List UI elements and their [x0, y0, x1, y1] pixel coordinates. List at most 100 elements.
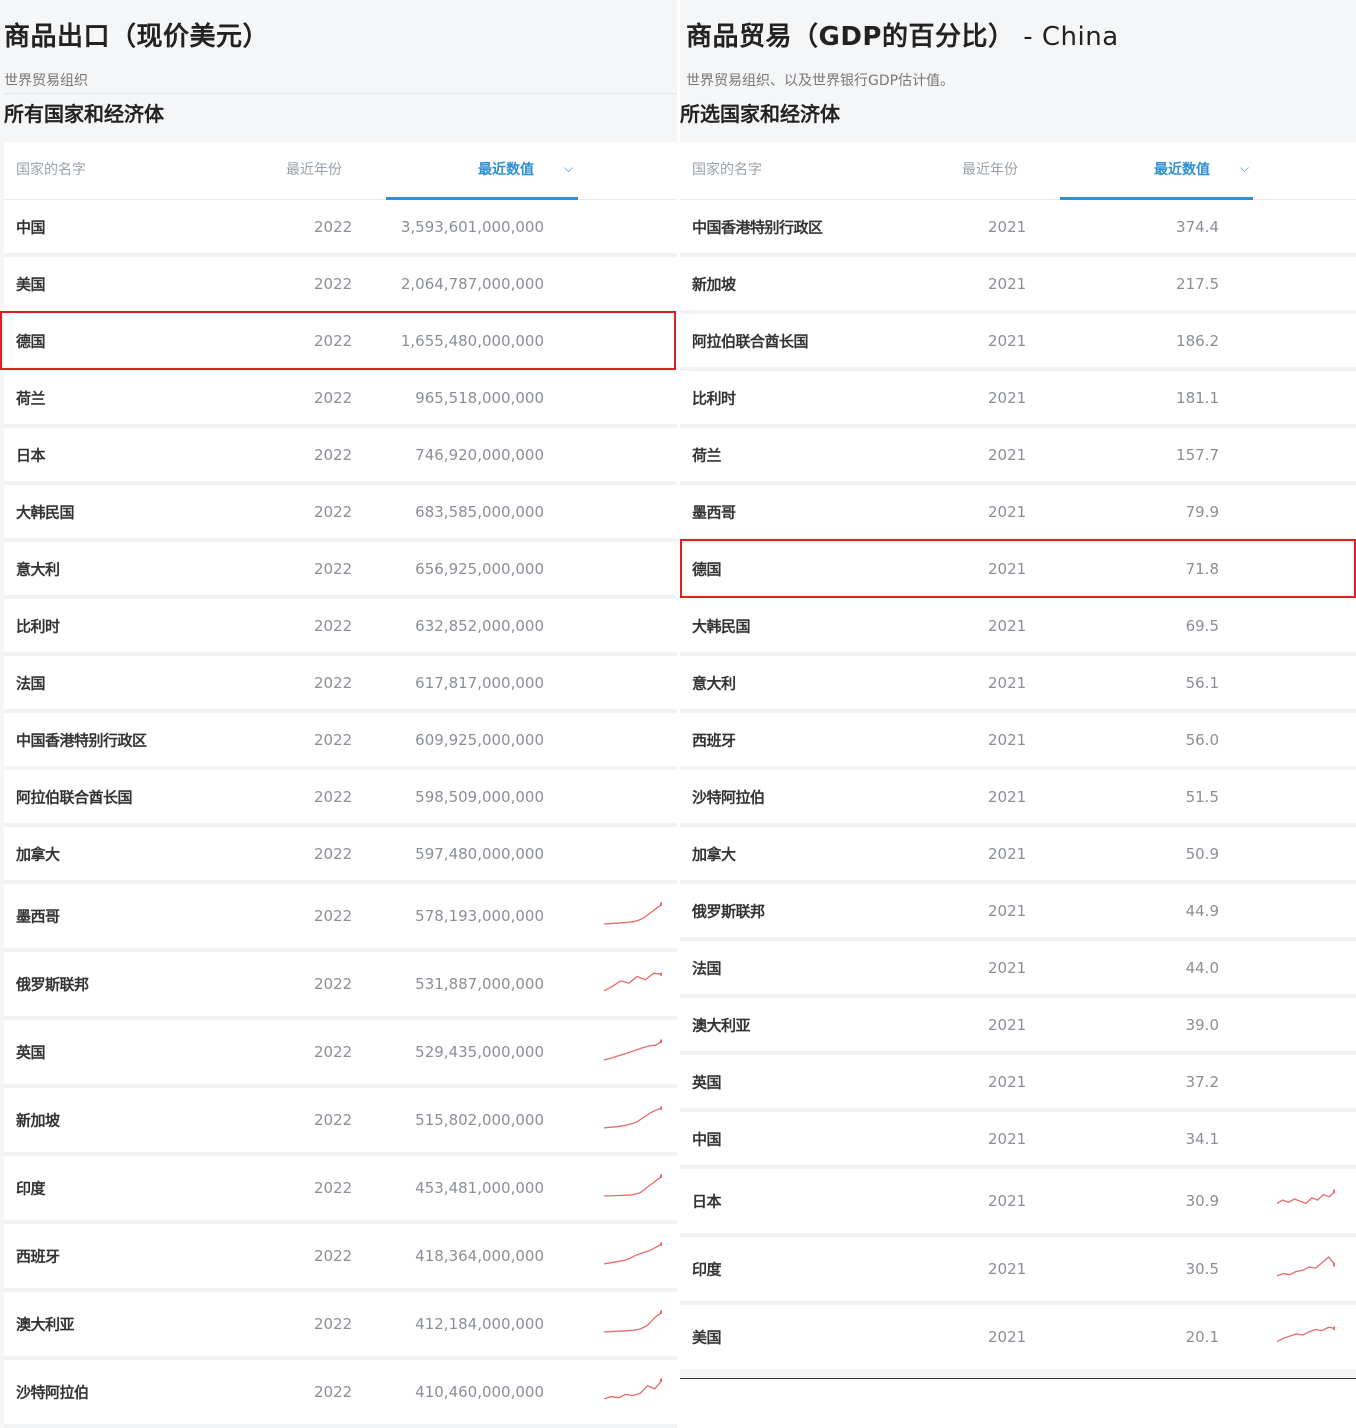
column-header-value[interactable]: 最近数值 — [478, 159, 534, 179]
table-row[interactable]: 中国香港特别行政区 2022 609,925,000,000 — [4, 713, 677, 770]
table-row[interactable]: 墨西哥 2022 578,193,000,000 — [4, 884, 677, 952]
country-name-link[interactable]: 墨西哥 — [692, 501, 736, 522]
chevron-down-icon[interactable]: ⌵ — [1240, 161, 1249, 176]
column-header-name[interactable]: 国家的名字 — [692, 159, 762, 179]
column-header-name[interactable]: 国家的名字 — [16, 159, 86, 179]
table-row[interactable]: 意大利 2022 656,925,000,000 — [4, 542, 677, 599]
country-name-link[interactable]: 俄罗斯联邦 — [16, 974, 89, 995]
row-year: 2022 — [314, 445, 353, 464]
table-row[interactable]: 中国 2021 34.1 — [680, 1112, 1356, 1169]
trend-sparkline — [1276, 1326, 1337, 1343]
table-row[interactable]: 德国 2022 1,655,480,000,000 — [4, 314, 677, 371]
table-row[interactable]: 美国 2022 2,064,787,000,000 — [4, 257, 677, 314]
row-value: 20.1 — [1185, 1328, 1219, 1346]
country-name-link[interactable]: 美国 — [692, 1327, 722, 1348]
country-name-link[interactable]: 澳大利亚 — [692, 1014, 751, 1035]
table-row[interactable]: 加拿大 2022 597,480,000,000 — [4, 827, 677, 884]
table-row[interactable]: 新加坡 2022 515,802,000,000 — [4, 1088, 677, 1156]
sparkline-endpoint — [660, 972, 664, 977]
country-name-link[interactable]: 中国香港特别行政区 — [16, 729, 147, 750]
country-name-link[interactable]: 日本 — [692, 1191, 722, 1212]
country-name-link[interactable]: 新加坡 — [16, 1110, 60, 1131]
country-name-link[interactable]: 英国 — [16, 1042, 46, 1063]
table-row[interactable]: 中国 2022 3,593,601,000,000 — [4, 200, 677, 257]
table-row[interactable]: 荷兰 2021 157.7 — [680, 428, 1356, 485]
country-name-link[interactable]: 沙特阿拉伯 — [692, 786, 765, 807]
country-name-link[interactable]: 中国 — [16, 216, 46, 237]
country-name-link[interactable]: 大韩民国 — [16, 501, 75, 522]
country-name-link[interactable]: 阿拉伯联合酋长国 — [16, 786, 133, 807]
country-name-link[interactable]: 中国 — [692, 1128, 722, 1149]
country-name-link[interactable]: 加拿大 — [692, 843, 736, 864]
table-row[interactable]: 印度 2021 30.5 — [680, 1237, 1356, 1305]
country-name-link[interactable]: 新加坡 — [692, 273, 736, 294]
table-row[interactable]: 比利时 2022 632,852,000,000 — [4, 599, 677, 656]
country-name-link[interactable]: 加拿大 — [16, 843, 60, 864]
row-year: 2021 — [988, 217, 1027, 236]
country-name-link[interactable]: 德国 — [16, 330, 46, 351]
country-name-link[interactable]: 意大利 — [16, 558, 60, 579]
table-row[interactable]: 日本 2021 30.9 — [680, 1169, 1356, 1237]
table-row[interactable]: 荷兰 2022 965,518,000,000 — [4, 371, 677, 428]
country-name-link[interactable]: 法国 — [692, 957, 722, 978]
country-name-link[interactable]: 荷兰 — [16, 387, 46, 408]
table-row[interactable]: 英国 2022 529,435,000,000 — [4, 1020, 677, 1088]
row-value: 71.8 — [1185, 559, 1219, 578]
table-row[interactable]: 西班牙 2022 418,364,000,000 — [4, 1224, 677, 1292]
country-name-link[interactable]: 意大利 — [692, 672, 736, 693]
table-row[interactable]: 新加坡 2021 217.5 — [680, 257, 1356, 314]
table-row[interactable]: 德国 2021 71.8 — [680, 542, 1356, 599]
country-name-link[interactable]: 西班牙 — [692, 729, 736, 750]
table-row[interactable]: 日本 2022 746,920,000,000 — [4, 428, 677, 485]
table-row[interactable]: 大韩民国 2021 69.5 — [680, 599, 1356, 656]
country-name-link[interactable]: 德国 — [692, 558, 722, 579]
table-row[interactable]: 英国 2021 37.2 — [680, 1055, 1356, 1112]
table-row[interactable]: 法国 2022 617,817,000,000 — [4, 656, 677, 713]
table-row[interactable]: 阿拉伯联合酋长国 2021 186.2 — [680, 314, 1356, 371]
chevron-down-icon[interactable]: ⌵ — [564, 161, 573, 176]
table-row[interactable]: 俄罗斯联邦 2022 531,887,000,000 — [4, 952, 677, 1020]
country-name-link[interactable]: 中国香港特别行政区 — [692, 216, 823, 237]
table-row[interactable]: 西班牙 2021 56.0 — [680, 713, 1356, 770]
country-name-link[interactable]: 西班牙 — [16, 1246, 60, 1267]
row-value: 453,481,000,000 — [415, 1179, 544, 1197]
sparkline-line — [603, 1243, 663, 1265]
table-row[interactable]: 大韩民国 2022 683,585,000,000 — [4, 485, 677, 542]
country-name-link[interactable]: 日本 — [16, 444, 46, 465]
table-row[interactable]: 沙特阿拉伯 2022 410,460,000,000 — [4, 1360, 677, 1428]
table-row[interactable]: 阿拉伯联合酋长国 2022 598,509,000,000 — [4, 770, 677, 827]
country-name-link[interactable]: 澳大利亚 — [16, 1314, 75, 1335]
sparkline-endpoint — [660, 1106, 664, 1111]
country-name-link[interactable]: 荷兰 — [692, 444, 722, 465]
column-header-value[interactable]: 最近数值 — [1154, 159, 1210, 179]
table-row[interactable]: 加拿大 2021 50.9 — [680, 827, 1356, 884]
column-header-year[interactable]: 最近年份 — [962, 159, 1018, 179]
table-row[interactable]: 沙特阿拉伯 2021 51.5 — [680, 770, 1356, 827]
table-row[interactable]: 印度 2022 453,481,000,000 — [4, 1156, 677, 1224]
country-name-link[interactable]: 法国 — [16, 672, 46, 693]
country-name-link[interactable]: 美国 — [16, 273, 46, 294]
country-name-link[interactable]: 沙特阿拉伯 — [16, 1382, 89, 1403]
country-name-link[interactable]: 印度 — [692, 1259, 722, 1280]
table-row[interactable]: 中国香港特别行政区 2021 374.4 — [680, 200, 1356, 257]
table-row[interactable]: 澳大利亚 2021 39.0 — [680, 998, 1356, 1055]
column-header-year[interactable]: 最近年份 — [286, 159, 342, 179]
table-header: 国家的名字 最近年份 最近数值 ⌵ — [680, 142, 1356, 200]
table-row[interactable]: 美国 2021 20.1 — [680, 1305, 1356, 1373]
trend-chart — [603, 1036, 664, 1068]
table-row[interactable]: 意大利 2021 56.1 — [680, 656, 1356, 713]
country-name-link[interactable]: 印度 — [16, 1178, 46, 1199]
country-name-link[interactable]: 比利时 — [692, 387, 736, 408]
country-name-link[interactable]: 俄罗斯联邦 — [692, 900, 765, 921]
table-row[interactable]: 澳大利亚 2022 412,184,000,000 — [4, 1292, 677, 1360]
table-row[interactable]: 法国 2021 44.0 — [680, 941, 1356, 998]
country-name-link[interactable]: 英国 — [692, 1071, 722, 1092]
country-name-link[interactable]: 墨西哥 — [16, 906, 60, 927]
row-value: 632,852,000,000 — [415, 616, 544, 635]
country-name-link[interactable]: 比利时 — [16, 615, 60, 636]
table-row[interactable]: 俄罗斯联邦 2021 44.9 — [680, 884, 1356, 941]
table-row[interactable]: 墨西哥 2021 79.9 — [680, 485, 1356, 542]
country-name-link[interactable]: 大韩民国 — [692, 615, 751, 636]
table-row[interactable]: 比利时 2021 181.1 — [680, 371, 1356, 428]
country-name-link[interactable]: 阿拉伯联合酋长国 — [692, 330, 809, 351]
